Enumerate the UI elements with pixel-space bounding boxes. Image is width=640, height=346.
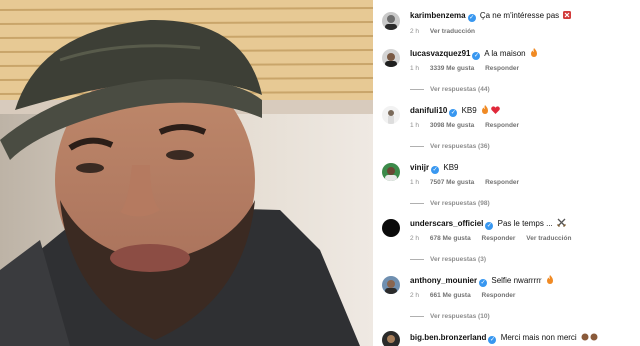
fire-icon	[481, 105, 489, 117]
timestamp: 1 h	[410, 179, 420, 186]
comment-text: Pas le temps ...	[497, 219, 553, 228]
avatar[interactable]	[382, 49, 400, 67]
avatar[interactable]	[382, 12, 400, 30]
avatar[interactable]	[382, 163, 400, 181]
red-heart-icon	[491, 106, 500, 117]
raised-hands-icon	[581, 332, 599, 344]
translate-link[interactable]: Ver traducción	[430, 28, 475, 35]
username[interactable]: lucasvazquez91	[410, 49, 470, 58]
username[interactable]: karimbenzema	[410, 11, 466, 20]
username[interactable]: vinijr	[410, 163, 429, 172]
verified-icon: ✓	[479, 279, 488, 287]
comment-text: A la maison	[484, 49, 526, 58]
likes-count[interactable]: 678 Me gusta	[430, 235, 471, 242]
reply-button[interactable]: Responder	[485, 122, 519, 129]
comments-panel: karimbenzema ✓ Ça ne m'intéresse pas 2 h …	[373, 0, 640, 346]
divider	[410, 315, 424, 317]
comment-text: Merci mais non merci	[500, 333, 577, 342]
verified-icon: ✓	[472, 52, 481, 60]
fire-icon	[546, 275, 554, 287]
username[interactable]: danifuli10	[410, 106, 447, 115]
timestamp: 1 h	[410, 65, 420, 72]
timestamp: 2 h	[410, 235, 420, 242]
comment-text: KB9	[443, 163, 459, 172]
comment-text: KB9	[461, 106, 477, 115]
comment-text: Selfie nwarrrrr	[491, 276, 542, 285]
view-replies-link[interactable]: Ver respuestas (36)	[410, 142, 636, 151]
avatar[interactable]	[382, 331, 400, 346]
view-replies-link[interactable]: Ver respuestas (98)	[410, 199, 636, 208]
username[interactable]: anthony_mounier	[410, 276, 477, 285]
timestamp: 2 h	[410, 28, 420, 35]
avatar[interactable]	[382, 219, 400, 237]
comment-text: Ça ne m'intéresse pas	[479, 11, 560, 20]
timestamp: 1 h	[410, 122, 420, 129]
view-replies-link[interactable]: Ver respuestas (44)	[410, 85, 636, 94]
divider	[410, 258, 424, 260]
cross-mark-icon	[563, 11, 572, 22]
username[interactable]: underscars_officiel	[410, 219, 483, 228]
verified-icon: ✓	[488, 336, 497, 344]
timestamp: 2 h	[410, 292, 420, 299]
verified-icon: ✓	[485, 222, 494, 230]
likes-count[interactable]: 7507 Me gusta	[430, 179, 474, 186]
divider	[410, 145, 424, 147]
divider	[410, 202, 424, 204]
avatar[interactable]	[382, 276, 400, 294]
crossed-swords-icon	[557, 218, 566, 230]
username[interactable]: big.ben.bronzerland	[410, 333, 486, 342]
verified-icon: ✓	[449, 109, 458, 117]
likes-count[interactable]: 661 Me gusta	[430, 292, 471, 299]
reply-button[interactable]: Responder	[485, 65, 519, 72]
fire-icon	[530, 48, 538, 60]
post-photo	[0, 0, 373, 346]
translate-link[interactable]: Ver traducción	[526, 235, 571, 242]
view-replies-link[interactable]: Ver respuestas (3)	[410, 255, 636, 264]
reply-button[interactable]: Responder	[485, 179, 519, 186]
reply-button[interactable]: Responder	[482, 292, 516, 299]
divider	[410, 88, 424, 90]
reply-button[interactable]: Responder	[482, 235, 516, 242]
avatar[interactable]	[382, 106, 400, 124]
verified-icon: ✓	[467, 14, 476, 22]
verified-icon: ✓	[431, 166, 440, 174]
likes-count[interactable]: 3098 Me gusta	[430, 122, 474, 129]
likes-count[interactable]: 3339 Me gusta	[430, 65, 474, 72]
view-replies-link[interactable]: Ver respuestas (10)	[410, 312, 636, 321]
